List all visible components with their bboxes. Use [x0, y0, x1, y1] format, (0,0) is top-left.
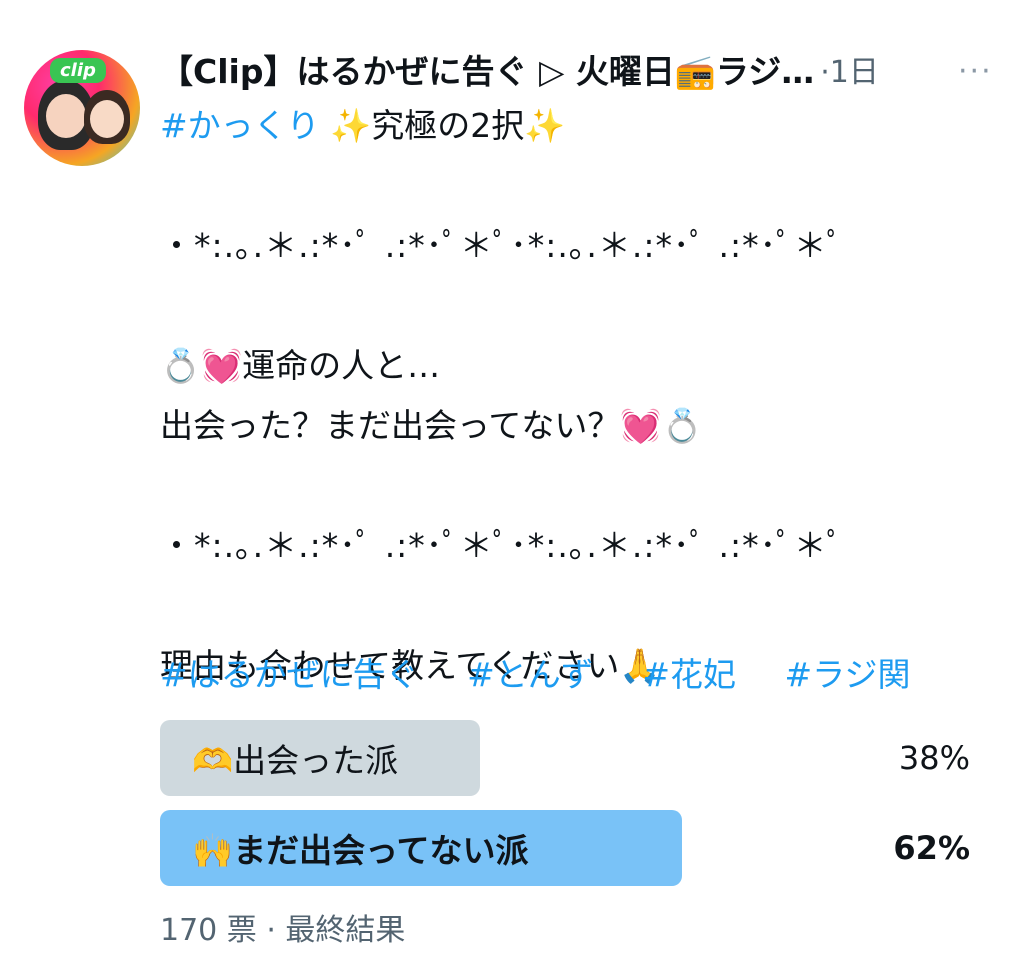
text-line: ✨究極の2択✨ [330, 106, 566, 145]
decorative-line: ・*:.｡.＊.:*･ﾟ .:*･ﾟ＊ﾟ･*:.｡.＊.:*･ﾟ .:*･ﾟ＊ﾟ [160, 526, 845, 565]
hashtag-link[interactable]: #ラジ関 [784, 655, 910, 694]
avatar-logo: clip [50, 58, 106, 83]
poll-bar: 🫶出会った派 [160, 720, 480, 796]
poll-percent: 38% [898, 739, 970, 777]
hashtag-link[interactable]: #とんず [467, 655, 594, 694]
account-name[interactable]: 【Clip】はるかぜに告ぐ ▷ 火曜日📻ラジ… [160, 46, 814, 92]
avatar-person-face [46, 94, 86, 138]
poll-bar-winner: 🙌まだ出会ってない派 [160, 810, 682, 886]
poll-option[interactable]: 🫶出会った派 38% [160, 720, 970, 796]
tweet-header: 【Clip】はるかぜに告ぐ ▷ 火曜日📻ラジ… ·1日 [160, 46, 940, 92]
more-options-icon[interactable]: ··· [958, 54, 993, 89]
timestamp[interactable]: ·1日 [820, 47, 879, 91]
poll-percent: 62% [893, 829, 970, 867]
separator: · [266, 913, 286, 948]
tweet-text: #かっくり ✨究極の2択✨ ・*:.｡.＊.:*･ﾟ .:*･ﾟ＊ﾟ･*:.｡.… [160, 96, 1000, 696]
poll-option-label: 🙌まだ出会ってない派 [192, 831, 529, 870]
decorative-line: ・*:.｡.＊.:*･ﾟ .:*･ﾟ＊ﾟ･*:.｡.＊.:*･ﾟ .:*･ﾟ＊ﾟ [160, 226, 845, 265]
poll-option[interactable]: 🙌まだ出会ってない派 62% [160, 810, 970, 886]
text-line: 💍💓運命の人と… [160, 346, 441, 385]
avatar[interactable]: clip [24, 50, 140, 166]
avatar-person-face [90, 100, 124, 138]
hashtag-list: #はるかぜに告ぐ #とんず #花妃 #ラジ関 [160, 648, 948, 696]
poll-option-label: 🫶出会った派 [192, 741, 399, 780]
hashtag-link[interactable]: #はるかぜに告ぐ [160, 655, 419, 694]
hashtag-link[interactable]: #花妃 [642, 655, 736, 694]
vote-count: 170 票 [160, 913, 257, 948]
text-line: 出会った？まだ出会ってない？💓💍 [160, 406, 703, 445]
poll-status: 最終結果 [285, 913, 406, 948]
hashtag-link[interactable]: #かっくり [160, 106, 320, 145]
poll-footer: 170 票 · 最終結果 [160, 905, 405, 949]
